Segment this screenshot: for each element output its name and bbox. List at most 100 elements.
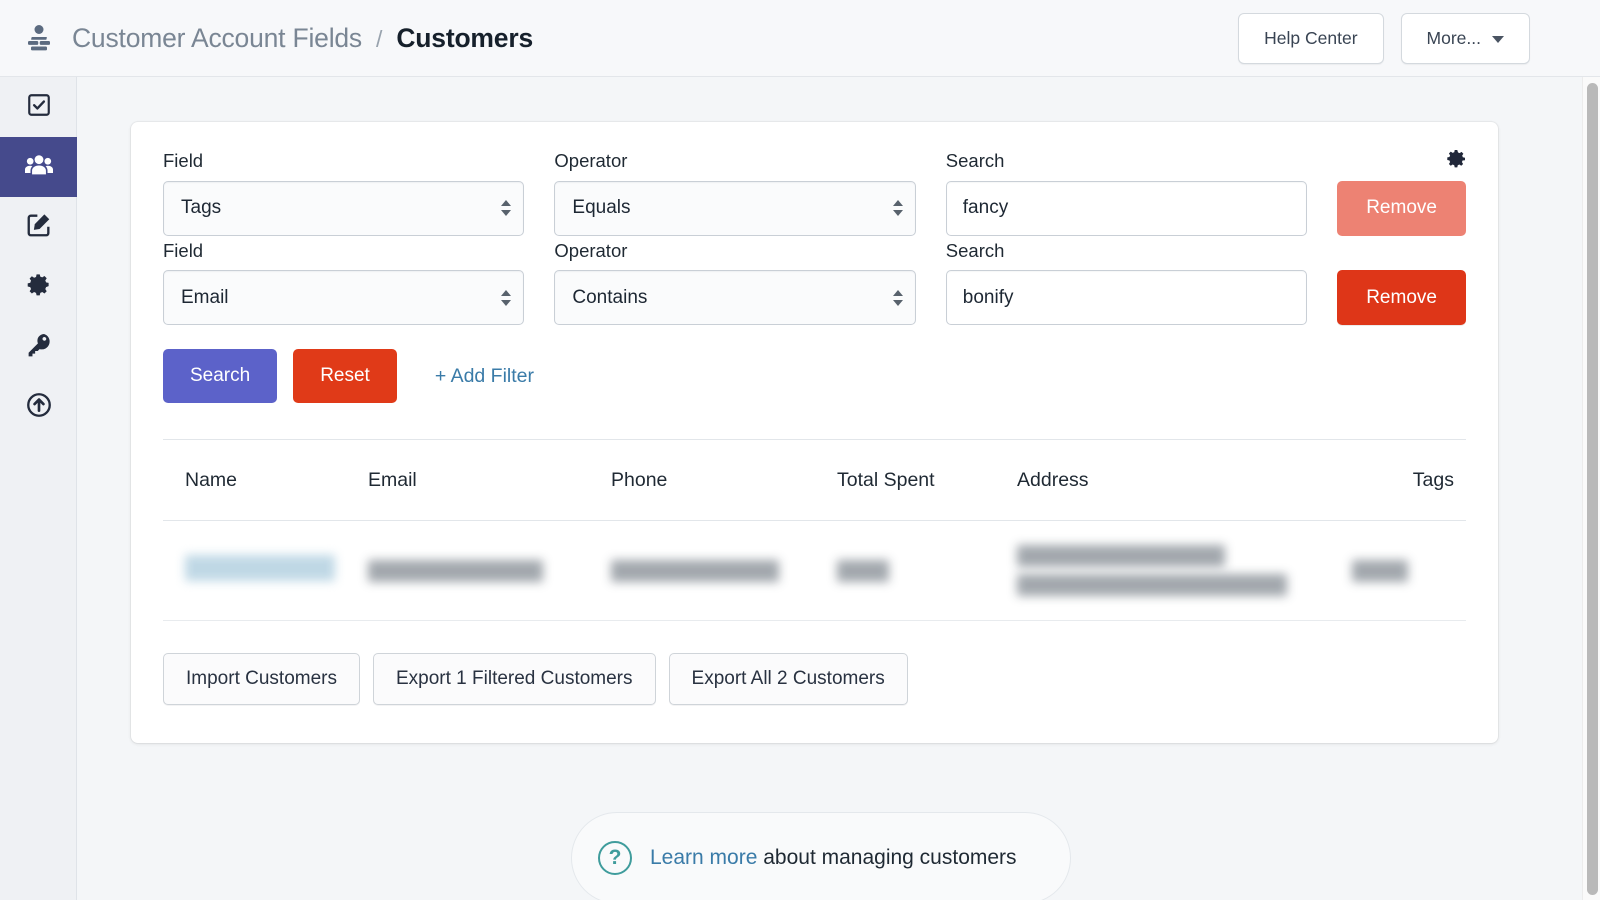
cell-email [368,559,611,582]
remove-filter-label: Remove [1366,286,1437,308]
reset-button[interactable]: Reset [293,349,397,403]
sidebar [0,77,77,900]
column-header-address: Address [1017,468,1089,491]
field-select-wrap: Tags [163,180,525,236]
table-header-row: Name Email Phone Total Spent Address Tag… [163,439,1466,521]
table-bottom-actions: Import Customers Export 1 Filtered Custo… [163,653,1466,705]
import-customers-label: Import Customers [186,668,337,689]
redacted-value [1017,574,1287,596]
more-label: More... [1426,27,1481,48]
redacted-value [368,559,543,582]
top-bar-actions: Help Center More... [1238,12,1530,64]
vertical-scrollbar[interactable] [1582,77,1600,900]
search-group: Search [945,239,1308,325]
checkbox-icon [26,92,52,123]
search-button-label: Search [190,365,251,386]
help-banner-rest: about managing customers [757,846,1017,869]
page-title: Customers [396,22,533,53]
search-input[interactable] [945,180,1308,236]
search-button[interactable]: Search [163,349,278,403]
remove-filter-label: Remove [1366,197,1437,218]
operator-select[interactable]: Contains [554,270,916,325]
sidebar-item-permissions[interactable] [0,317,77,377]
column-header-email: Email [368,468,417,491]
remove-filter-button[interactable]: Remove [1337,270,1466,325]
redacted-value [185,555,335,581]
field-group: Field Email [163,239,525,325]
redacted-value [1017,545,1225,567]
sidebar-item-settings[interactable] [0,257,77,317]
help-banner-text: Learn more about managing customers [650,846,1017,870]
add-filter-link[interactable]: + Add Filter [435,365,534,388]
learn-more-link[interactable]: Learn more [650,846,757,869]
field-select[interactable]: Email [163,270,525,325]
field-select-value: Email [181,286,229,308]
column-header-name: Name [185,468,238,491]
field-label: Field [163,150,204,171]
operator-group: Operator Contains [554,239,916,325]
gear-icon [25,271,52,303]
search-label: Search [945,150,1005,171]
column-header-total-spent: Total Spent [837,468,935,491]
filter-row: Field Email Operator Contains Search bon… [163,239,1466,325]
operator-label: Operator [554,150,628,171]
operator-select[interactable]: Equals [554,180,916,236]
field-group: Field Tags [163,150,525,236]
remove-filter-button[interactable]: Remove [1337,180,1466,236]
redacted-value [837,559,889,582]
field-select[interactable]: Tags [163,180,525,236]
question-circle-icon: ? [598,841,632,875]
sidebar-item-edit[interactable] [0,197,77,257]
reset-button-label: Reset [320,365,370,386]
export-filtered-customers-label: Export 1 Filtered Customers [395,668,633,689]
app-root: Customer Account Fields / Customers Help… [0,0,1600,900]
cell-address [1017,545,1352,596]
upload-circle-icon [25,391,53,424]
customer-filter-card: Field Tags Operator Equals Search fancy … [131,122,1498,743]
redacted-value [1352,559,1408,582]
gear-icon[interactable] [1444,147,1468,176]
sidebar-item-upload[interactable] [0,377,77,437]
search-input[interactable] [945,270,1308,325]
sidebar-item-tasks[interactable] [0,77,77,137]
help-center-button[interactable]: Help Center [1238,12,1384,64]
pencil-square-icon [25,211,53,244]
cell-name[interactable] [163,555,368,586]
operator-group: Operator Equals [554,150,916,236]
operator-select-wrap: Contains [554,270,916,325]
cell-tags [1352,559,1466,582]
top-bar: Customer Account Fields / Customers Help… [0,0,1600,77]
breadcrumb-parent[interactable]: Customer Account Fields [72,23,362,54]
field-label: Field [163,239,204,261]
field-select-value: Tags [181,197,222,218]
export-all-customers-button[interactable]: Export All 2 Customers [668,653,908,705]
sidebar-item-customers[interactable] [0,137,77,197]
chevron-down-icon [1492,35,1504,43]
help-center-label: Help Center [1264,27,1358,48]
operator-select-value: Contains [572,286,648,308]
breadcrumb: Customer Account Fields / Customers [72,23,533,54]
help-banner: ? Learn more about managing customers [571,812,1071,900]
more-button[interactable]: More... [1400,12,1530,64]
redacted-value [611,559,779,582]
table-row[interactable] [163,521,1466,621]
operator-label: Operator [554,239,628,261]
search-group: Search [945,150,1308,236]
field-select-wrap: Email [163,270,525,325]
operator-select-value: Equals [572,197,631,218]
export-all-customers-label: Export All 2 Customers [691,668,885,689]
import-customers-button[interactable]: Import Customers [163,653,360,705]
key-icon [25,331,53,364]
column-header-phone: Phone [611,468,668,491]
search-label: Search [945,239,1005,261]
customers-table: Name Email Phone Total Spent Address Tag… [163,439,1466,621]
breadcrumb-separator: / [375,25,383,52]
filter-actions: Search Reset + Add Filter [163,349,1466,403]
cell-phone [611,559,837,582]
scrollbar-thumb[interactable] [1587,83,1598,895]
export-filtered-customers-button[interactable]: Export 1 Filtered Customers [372,653,656,705]
main-content: Field Tags Operator Equals Search fancy … [77,77,1600,900]
filter-row: Field Tags Operator Equals Search fancy … [163,150,1466,236]
user-list-icon [22,21,56,55]
people-icon [23,149,55,186]
